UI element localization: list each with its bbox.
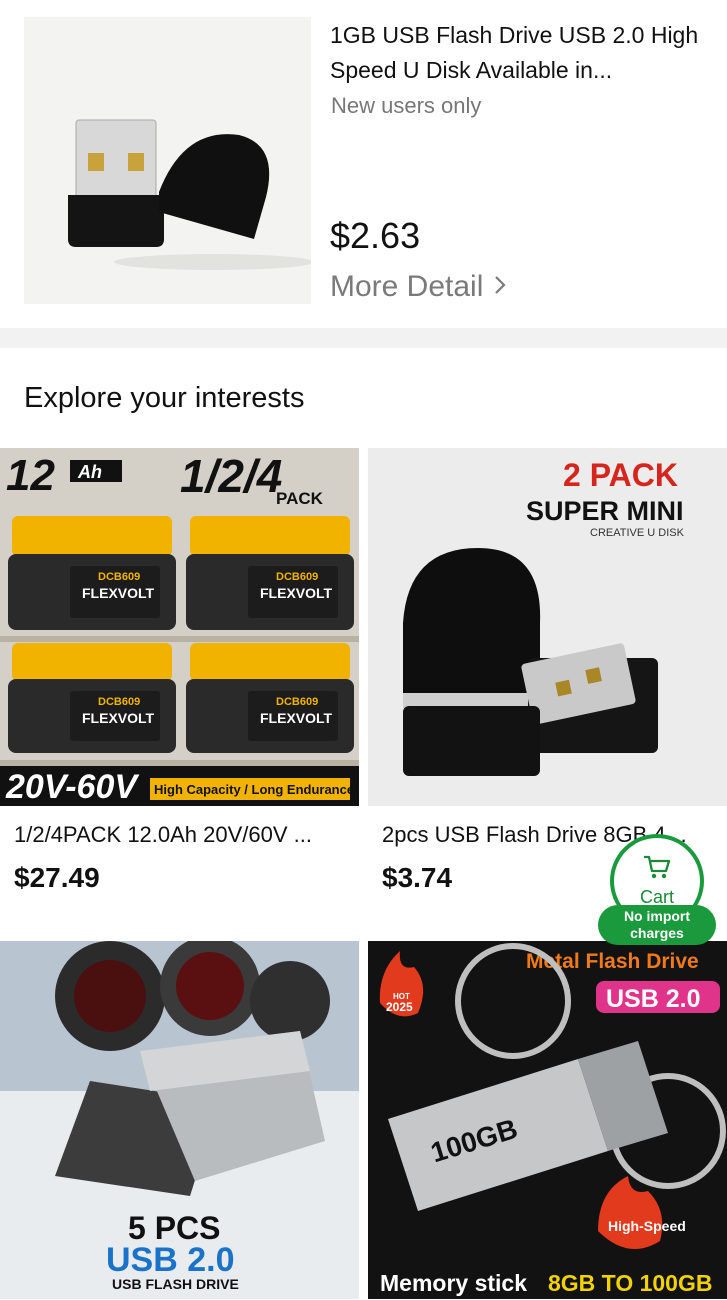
recent-product-price: $2.63 [330,215,421,256]
battery-3: DCB609 FLEXVOLT [8,643,176,753]
svg-text:FLEXVOLT: FLEXVOLT [260,710,333,726]
product-title[interactable]: 1/2/4PACK 12.0Ah 20V/60V ... [14,822,344,848]
recent-product-image[interactable] [24,17,314,304]
product-tile-5pcs[interactable]: 5 PCS USB 2.0 USB FLASH DRIVE [0,941,359,1300]
svg-text:FLEXVOLT: FLEXVOLT [82,710,155,726]
svg-text:20V-60V: 20V-60V [5,768,140,806]
cart-icon [642,854,672,885]
product-image-5pcs[interactable]: 5 PCS USB 2.0 USB FLASH DRIVE [0,941,359,1299]
product-tile-metal-drive[interactable]: Metal Flash Drive USB 2.0 HOT 2025 100GB… [368,941,727,1300]
svg-text:USB 2.0: USB 2.0 [606,985,700,1013]
battery-1: DCB609 FLEXVOLT [8,516,176,630]
svg-text:High-Speed: High-Speed [608,1218,686,1234]
section-divider [0,328,727,348]
battery-pack-text: 1/2/4 [180,450,282,502]
more-detail-link[interactable]: More Detail [330,270,507,304]
product-tile-battery[interactable]: 12 Ah 1/2/4 PACK DCB609 FLEXVOLT DCB609 [0,448,359,918]
chevron-right-icon [493,270,507,304]
pack-text: 2 PACK [563,457,678,493]
product-image-battery[interactable]: 12 Ah 1/2/4 PACK DCB609 FLEXVOLT DCB609 [0,448,359,806]
svg-text:SUPER MINI: SUPER MINI [526,496,684,526]
recent-product-title[interactable]: 1GB USB Flash Drive USB 2.0 High Speed U… [330,18,710,88]
svg-text:USB FLASH DRIVE: USB FLASH DRIVE [112,1276,239,1292]
no-import-charges-badge: No import charges [598,905,716,945]
svg-text:8GB TO 100GB: 8GB TO 100GB [548,1270,712,1296]
explore-section-title: Explore your interests [24,382,305,414]
product-price: $3.74 [382,862,453,893]
svg-text:DCB609: DCB609 [276,571,318,583]
product-image-super-mini[interactable]: 2 PACK SUPER MINI CREATIVE U DISK [368,448,727,806]
svg-text:PACK: PACK [276,489,324,508]
new-users-label: New users only [331,93,482,118]
svg-text:DCB609: DCB609 [98,696,140,708]
svg-text:CREATIVE U DISK: CREATIVE U DISK [590,527,685,539]
svg-text:High Capacity / Long Endurance: High Capacity / Long Endurance [154,782,354,797]
svg-text:DCB609: DCB609 [98,571,140,583]
battery-2: DCB609 FLEXVOLT [186,516,354,630]
recent-product-card[interactable]: 1GB USB Flash Drive USB 2.0 High Speed U… [0,0,727,328]
svg-text:FLEXVOLT: FLEXVOLT [260,585,333,601]
more-detail-label: More Detail [330,270,484,303]
svg-text:Ah: Ah [77,462,102,482]
svg-text:FLEXVOLT: FLEXVOLT [82,585,155,601]
product-image-metal-drive[interactable]: Metal Flash Drive USB 2.0 HOT 2025 100GB… [368,941,727,1299]
svg-text:DCB609: DCB609 [276,696,318,708]
battery-capacity-text: 12 [6,451,55,500]
product-price: $27.49 [14,862,100,893]
svg-text:Memory stick: Memory stick [380,1270,527,1296]
svg-text:2025: 2025 [386,1000,413,1014]
svg-text:USB 2.0: USB 2.0 [106,1241,235,1279]
battery-4: DCB609 FLEXVOLT [186,643,354,753]
